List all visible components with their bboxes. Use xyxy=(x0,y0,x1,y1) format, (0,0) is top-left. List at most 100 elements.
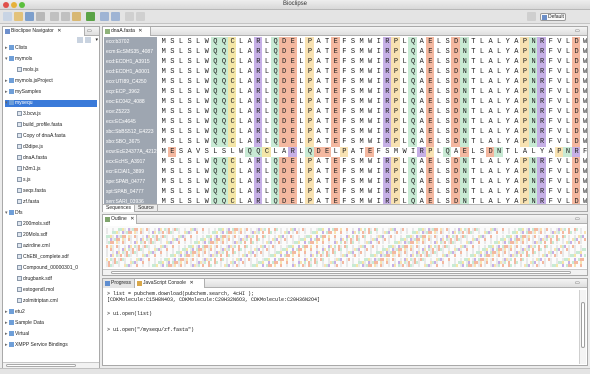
residue-cell[interactable]: W xyxy=(580,177,587,187)
sequence-name[interactable]: spe:SPAB_04777 xyxy=(104,177,157,187)
minimize-maximize-icon[interactable]: ▭ xyxy=(575,281,585,286)
zoom-in-icon[interactable] xyxy=(100,12,109,21)
save-icon[interactable] xyxy=(25,12,34,21)
tree-item[interactable]: ▾ mymols xyxy=(5,56,97,63)
forward-icon[interactable] xyxy=(136,12,145,21)
sequence-row[interactable]: sbc:SbBS512_E4223 M S L S L W Q Q C L A R L Q D E L P A T E F S… xyxy=(104,127,587,137)
sequence-name[interactable]: ecr:ECIAI1_3899 xyxy=(104,167,157,177)
sequence-name[interactable]: ecm:EcSMS35_4087 xyxy=(104,47,157,57)
sequence-row[interactable]: sbo:SBO_3675 M S L S L W Q Q C L A R L Q D E L P A T E F S M W I R P… xyxy=(104,137,587,147)
sequence-row[interactable]: ecd:ECDH1_A0001 M S L S L W Q Q C L A R L Q D E L P A T E F S M W… xyxy=(104,67,587,77)
sequence-row[interactable]: eoc:EC042_4088 M S L S L W Q Q C L A R L Q D E L P A T E F S M W I… xyxy=(104,97,587,107)
close-icon[interactable]: ✕ xyxy=(130,216,134,222)
sequence-row[interactable]: ecw:EcE24377A_4212 M E S A V S L S L W Q Q C L A R L Q D E L P… xyxy=(104,147,587,157)
residue-cell[interactable]: W xyxy=(580,127,587,137)
minimize-maximize-icon[interactable]: ▭ xyxy=(575,217,585,222)
print-icon[interactable] xyxy=(36,12,45,21)
copy-icon[interactable] xyxy=(61,12,70,21)
zoom-out-icon[interactable] xyxy=(111,12,120,21)
perspective-switcher[interactable]: Default xyxy=(540,13,566,21)
residue-cell[interactable]: W xyxy=(580,47,587,57)
open-perspective-icon[interactable] xyxy=(527,12,536,21)
tree-item[interactable]: ChEBI_complete.sdf xyxy=(13,254,97,261)
sequence-name[interactable]: spt:SPAB_04777 xyxy=(104,187,157,197)
tree-item[interactable]: h3m1.js xyxy=(13,166,97,173)
tree-item[interactable]: ▸ Clists xyxy=(5,45,97,52)
tree-item[interactable]: dnaA.fasta xyxy=(13,155,97,162)
scroll-thumb[interactable] xyxy=(111,271,571,274)
sequence-name[interactable]: ecs:ECs4645 xyxy=(104,117,157,127)
tree-item[interactable]: ▾ mysequ xyxy=(5,100,97,107)
residue-cell[interactable]: W xyxy=(580,107,587,117)
tree-item[interactable]: d3dipe.js xyxy=(13,144,97,151)
residue-cell[interactable]: W xyxy=(580,137,587,147)
link-editor-icon[interactable] xyxy=(85,37,91,43)
tree-item[interactable]: s.js xyxy=(13,177,97,184)
tree-item[interactable]: 3.bcw.js xyxy=(13,111,97,118)
tree-item[interactable]: ▸ Virtual xyxy=(5,331,97,338)
sequence-name[interactable]: sbc:SbBS512_E4223 xyxy=(104,127,157,137)
tree-item[interactable]: ▸ XMPP Service Bindings xyxy=(5,342,97,349)
tree-item[interactable]: ▸ etu2 xyxy=(5,309,97,316)
residue-cell[interactable]: W xyxy=(580,57,587,67)
sequence-name[interactable]: ecx:EcHS_A3917 xyxy=(104,157,157,167)
sequence-row[interactable]: ecp:ECP_3962 M S L S L W Q Q C L A R L Q D E L P A T E F S M W I R P… xyxy=(104,87,587,97)
residue-cell[interactable]: W xyxy=(580,97,587,107)
residue-cell[interactable]: W xyxy=(580,77,587,87)
residue-cell[interactable]: W xyxy=(580,167,587,177)
tab-dnaA-fasta[interactable]: dnaA.fasta ✕ xyxy=(103,27,151,36)
tree-item[interactable]: ▸ Sample Data xyxy=(5,320,97,327)
scroll-thumb[interactable] xyxy=(581,302,585,348)
tab-navigator[interactable]: Bioclipse Navigator ✕ xyxy=(3,27,85,36)
tree-item[interactable]: 200mols.sdf xyxy=(13,221,97,228)
new-icon[interactable] xyxy=(3,12,12,21)
close-icon[interactable]: ✕ xyxy=(138,28,142,34)
tab-sequences[interactable]: Sequences xyxy=(103,205,136,212)
tree-item[interactable]: ▾ Dfs xyxy=(5,210,97,217)
residue-cell[interactable]: W xyxy=(580,187,587,197)
tree-item[interactable]: zf.fasta xyxy=(13,199,97,206)
residue-cell[interactable]: F xyxy=(580,147,587,157)
paste-icon[interactable] xyxy=(72,12,81,21)
minimize-maximize-icon[interactable]: ▭ xyxy=(575,29,585,34)
tree-item[interactable]: estogendl.mol xyxy=(13,287,97,294)
tab-source[interactable]: Source xyxy=(135,205,158,212)
scroll-thumb[interactable] xyxy=(6,364,76,367)
console-output[interactable]: > list = pubchem.download(pubchem.search… xyxy=(103,289,577,365)
tree-item[interactable]: ▸ mymols.jsProject xyxy=(5,78,97,85)
tree-item[interactable]: Copy of dnaA.fasta xyxy=(13,133,97,140)
sequence-row[interactable]: ecm:EcSMS35_4087 M S L S L W Q Q C L A R L Q D E L P A T E F S M… xyxy=(104,47,587,57)
tree-item[interactable]: seqs.fasta xyxy=(13,188,97,195)
tree-item[interactable]: build_profile.fasta xyxy=(13,122,97,129)
residue-cell[interactable]: W xyxy=(580,157,587,167)
tree-item[interactable]: azirdine.cml xyxy=(13,243,97,250)
tree-item[interactable]: mols.js xyxy=(13,67,97,74)
cut-icon[interactable] xyxy=(50,12,59,21)
sequence-name[interactable]: ecd:ECDH1_A0001 xyxy=(104,67,157,77)
open-icon[interactable] xyxy=(14,12,23,21)
tree-item[interactable]: ▸ mySamples xyxy=(5,89,97,96)
sequence-name[interactable]: ecp:ECP_3962 xyxy=(104,87,157,97)
close-icon[interactable]: ✕ xyxy=(189,280,193,286)
sequence-name[interactable]: sbo:SBO_3675 xyxy=(104,137,157,147)
outline-horizontal-scrollbar[interactable] xyxy=(103,269,587,275)
sequence-row[interactable]: spe:SPAB_04777 M S L S L W Q Q C L A R L Q D E L P A T E F S M W I… xyxy=(104,177,587,187)
tree-item[interactable]: zolmitriptan.cml xyxy=(13,298,97,305)
sequence-row[interactable]: ecs:ECs4645 M S L S L W Q Q C L A R L Q D E L P A T E F S M W I R P L… xyxy=(104,117,587,127)
sequence-row[interactable]: ecr:ECIAI1_3899 M S L S L W Q Q C L A R L Q D E L P A T E F S M W… xyxy=(104,167,587,177)
sequence-row[interactable]: ecd:ECDH1_A3915 M S L S L W Q Q C L A R L Q D E L P A T E F S M W… xyxy=(104,57,587,67)
back-icon[interactable] xyxy=(125,12,134,21)
tab-outline[interactable]: Outline ✕ xyxy=(103,215,137,224)
sequence-row[interactable]: ecx:EcHS_A3917 M S L S L W Q Q C L A R L Q D E L P A T E F S M W I… xyxy=(104,157,587,167)
run-icon[interactable] xyxy=(86,12,95,21)
alignment-overview[interactable] xyxy=(104,226,587,268)
tree-item[interactable]: drugbank.sdf xyxy=(13,276,97,283)
sequence-row[interactable]: ece:Z5223 M S L S L W Q Q C L A R L Q D E L P A T E F S M W I R P L Q A… xyxy=(104,107,587,117)
tab-progress[interactable]: Progress xyxy=(103,279,135,288)
tree-item[interactable]: 20Mols.sdf xyxy=(13,232,97,239)
sequence-name[interactable]: eco:b3702 xyxy=(104,37,157,47)
tab-javascript-console[interactable]: JavaScript Console ✕ xyxy=(135,279,205,288)
minimize-maximize-icon[interactable]: ▭ xyxy=(87,29,97,34)
sequence-name[interactable]: ecd:ECDH1_A3915 xyxy=(104,57,157,67)
sequence-name[interactable]: eco:UTI89_C4250 xyxy=(104,77,157,87)
